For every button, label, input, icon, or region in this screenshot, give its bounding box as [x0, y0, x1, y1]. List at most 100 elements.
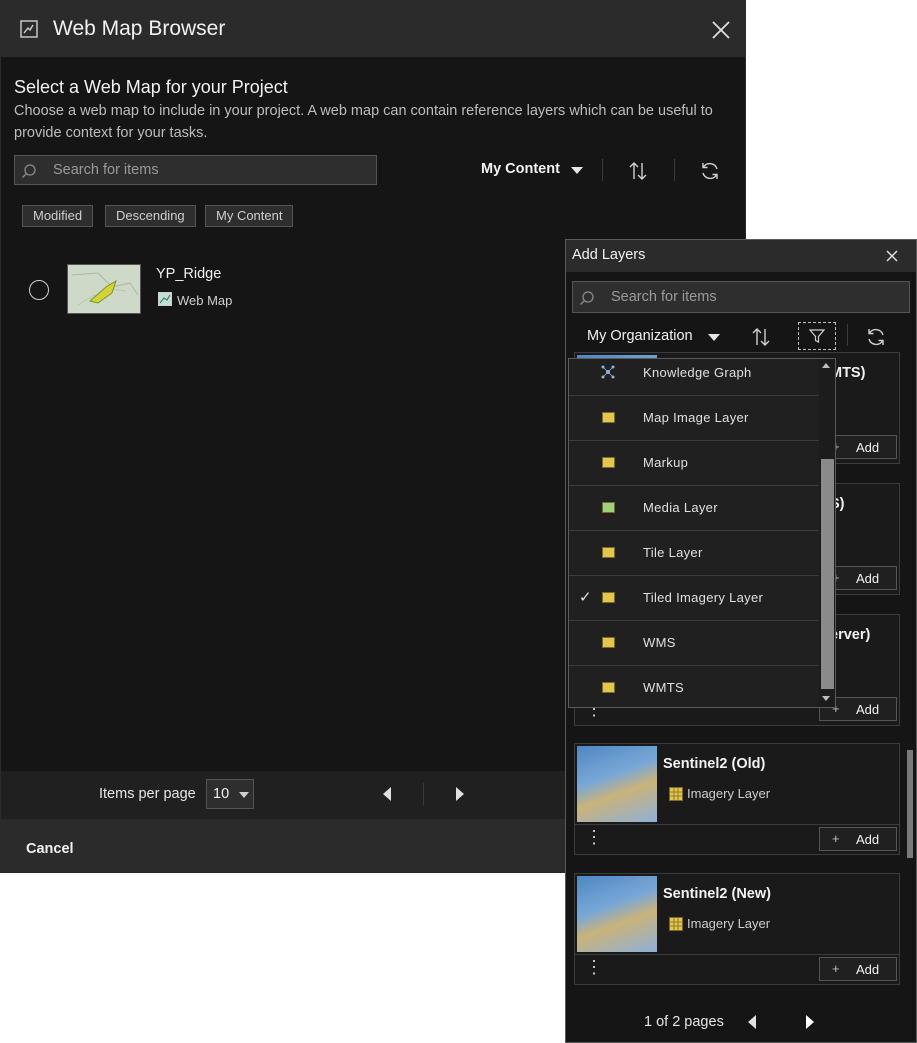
knowledge-graph-icon: [601, 365, 615, 379]
filter-chip-modified[interactable]: Modified: [22, 205, 93, 227]
card-thumbnail: [577, 876, 657, 952]
menu-item-label: Media Layer: [643, 500, 718, 515]
chevron-down-icon[interactable]: [822, 696, 830, 701]
web-map-browser-icon: [20, 20, 38, 38]
close-icon[interactable]: [709, 18, 733, 42]
menu-item-wms[interactable]: WMS: [569, 621, 819, 666]
add-button[interactable]: + Add: [819, 957, 897, 981]
menu-item-label: Tiled Imagery Layer: [643, 590, 763, 605]
panel-title: Add Layers: [572, 247, 645, 263]
layer-card-sentinel2-new[interactable]: Sentinel2 (New) Imagery Layer ⋮ + Add: [574, 873, 900, 985]
web-map-icon: [158, 292, 172, 306]
card-type: Imagery Layer: [687, 916, 770, 931]
add-label: Add: [856, 832, 879, 847]
divider: [423, 783, 424, 805]
divider: [602, 159, 603, 181]
section-description: Choose a web map to include in your proj…: [14, 100, 724, 144]
search-placeholder: Search for items: [53, 162, 159, 178]
plus-icon: +: [832, 831, 840, 846]
chevron-down-icon[interactable]: [708, 334, 720, 341]
search-icon: [579, 290, 595, 306]
checkmark-icon: ✓: [579, 588, 592, 606]
pagination-bar: 1 of 2 pages: [566, 1002, 916, 1042]
card-title: Sentinel2 (New): [663, 886, 771, 902]
add-layers-panel: Add Layers Search for items My Organizat…: [565, 239, 917, 1043]
page-indicator: 1 of 2 pages: [644, 1014, 724, 1030]
content-source-dropdown[interactable]: My Content: [481, 161, 560, 177]
items-per-page-label: Items per page: [99, 786, 196, 802]
divider: [847, 324, 848, 346]
imagery-layer-icon: [669, 917, 683, 931]
menu-item-label: Knowledge Graph: [643, 365, 752, 380]
menu-item-media-layer[interactable]: Media Layer: [569, 486, 819, 531]
plus-icon: +: [832, 961, 840, 976]
next-page-icon[interactable]: [456, 787, 464, 801]
filter-chip-my-content[interactable]: My Content: [205, 205, 293, 227]
wmts-icon: [602, 682, 615, 693]
card-footer: ⋮ + Add: [575, 824, 899, 855]
add-label: Add: [856, 440, 879, 455]
menu-item-label: WMTS: [643, 680, 684, 695]
item-select-radio[interactable]: [29, 280, 49, 300]
sort-icon[interactable]: [627, 160, 649, 182]
card-title: erver): [830, 627, 870, 643]
add-label: Add: [856, 571, 879, 586]
chevron-down-icon: [239, 792, 249, 798]
menu-scrollbar-thumb[interactable]: [821, 459, 834, 689]
previous-page-icon[interactable]: [748, 1015, 756, 1029]
menu-item-knowledge-graph[interactable]: Knowledge Graph: [569, 358, 819, 396]
card-type: Imagery Layer: [687, 786, 770, 801]
card-footer: ⋮ + Add: [575, 954, 899, 985]
panel-header: Add Layers: [566, 240, 916, 272]
next-page-icon[interactable]: [806, 1015, 814, 1029]
add-button[interactable]: + Add: [819, 827, 897, 851]
dialog-title: Web Map Browser: [53, 17, 225, 41]
menu-item-label: Tile Layer: [643, 545, 703, 560]
item-title: YP_Ridge: [156, 266, 221, 282]
imagery-layer-icon: [669, 787, 683, 801]
search-icon: [21, 163, 37, 179]
search-placeholder: Search for items: [611, 289, 717, 305]
items-per-page-value: 10: [213, 786, 229, 802]
filter-chip-descending[interactable]: Descending: [105, 205, 196, 227]
card-thumbnail: [577, 746, 657, 822]
menu-item-wmts[interactable]: WMTS: [569, 666, 819, 708]
more-options-icon[interactable]: ⋮: [585, 827, 603, 848]
search-input[interactable]: Search for items: [572, 281, 910, 313]
map-image-layer-icon: [602, 412, 615, 423]
close-icon[interactable]: [884, 248, 900, 264]
panel-scrollbar[interactable]: [907, 750, 913, 858]
wms-icon: [602, 637, 615, 648]
item-thumbnail: [67, 264, 141, 314]
divider: [674, 159, 675, 181]
tiled-imagery-layer-icon: [602, 592, 615, 603]
chevron-down-icon[interactable]: [571, 167, 583, 174]
refresh-icon[interactable]: [699, 160, 721, 182]
chevron-up-icon[interactable]: [822, 363, 830, 368]
content-source-dropdown[interactable]: My Organization: [587, 328, 693, 344]
filter-button[interactable]: [798, 322, 836, 350]
layer-card-sentinel2-old[interactable]: Sentinel2 (Old) Imagery Layer ⋮ + Add: [574, 743, 900, 855]
item-type: Web Map: [177, 293, 232, 308]
card-title: Sentinel2 (Old): [663, 756, 765, 772]
sort-icon[interactable]: [750, 326, 772, 348]
menu-item-label: Markup: [643, 455, 688, 470]
layer-type-filter-menu: Knowledge Graph Map Image Layer Markup M…: [568, 358, 836, 708]
menu-item-tiled-imagery-layer[interactable]: ✓ Tiled Imagery Layer: [569, 576, 819, 621]
menu-item-tile-layer[interactable]: Tile Layer: [569, 531, 819, 576]
add-label: Add: [856, 962, 879, 977]
menu-item-label: Map Image Layer: [643, 410, 749, 425]
more-options-icon[interactable]: ⋮: [585, 957, 603, 978]
markup-icon: [602, 457, 615, 468]
menu-item-map-image-layer[interactable]: Map Image Layer: [569, 396, 819, 441]
menu-item-label: WMS: [643, 635, 676, 650]
refresh-icon[interactable]: [865, 326, 887, 348]
search-input[interactable]: Search for items: [14, 155, 377, 185]
add-label: Add: [856, 702, 879, 717]
section-heading: Select a Web Map for your Project: [14, 77, 288, 98]
previous-page-icon[interactable]: [383, 787, 391, 801]
dialog-header: Web Map Browser: [1, 1, 746, 57]
menu-item-markup[interactable]: Markup: [569, 441, 819, 486]
items-per-page-select[interactable]: 10: [206, 779, 254, 809]
cancel-button[interactable]: Cancel: [26, 841, 74, 857]
